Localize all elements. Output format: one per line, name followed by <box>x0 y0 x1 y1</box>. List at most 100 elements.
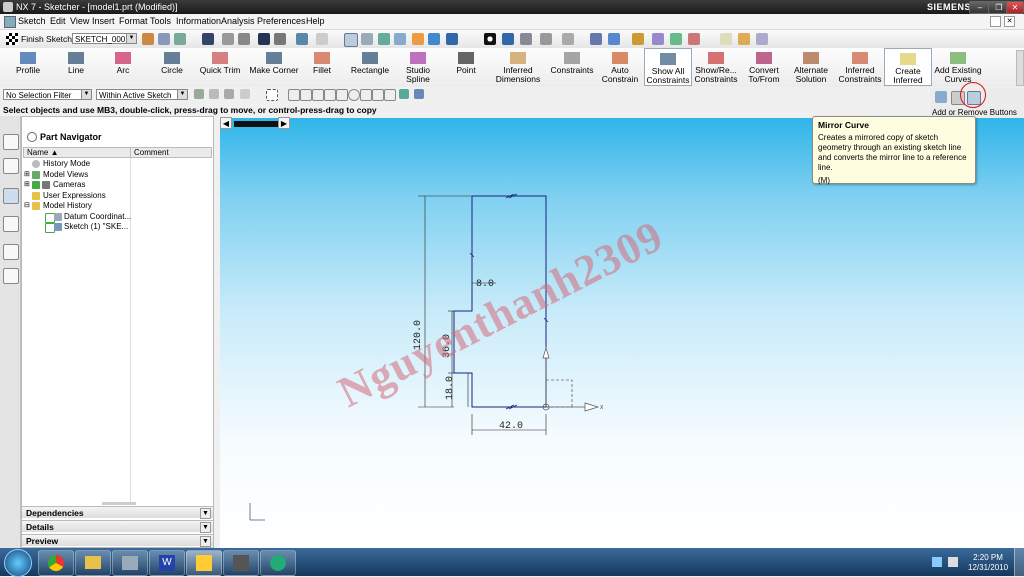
taskbar-word-icon[interactable]: W <box>149 550 185 576</box>
ribbon-show-all-constraints-button[interactable]: Show All Constraints <box>644 48 692 86</box>
select-icon[interactable] <box>296 33 308 45</box>
midpoint-snap-icon[interactable] <box>300 89 312 101</box>
ribbon-inferred-dimensions-button[interactable]: Inferred Dimensions <box>493 48 543 86</box>
pane-details[interactable]: Details ▼ <box>22 520 213 533</box>
splitter-grip[interactable] <box>102 502 136 505</box>
ribbon-profile-button[interactable]: Profile <box>4 48 52 86</box>
taskbar-media-icon[interactable] <box>223 550 259 576</box>
table-icon[interactable] <box>720 33 732 45</box>
menu-format[interactable]: Format <box>119 16 148 26</box>
perspective-icon[interactable] <box>412 33 424 45</box>
undo-icon[interactable] <box>258 33 270 45</box>
menu-information[interactable]: Information <box>176 16 221 26</box>
active-tab[interactable] <box>234 121 278 127</box>
select-all-icon[interactable] <box>209 89 219 99</box>
taskbar-nx-icon[interactable] <box>260 550 296 576</box>
layer-icon[interactable] <box>520 33 532 45</box>
snap-options-icon[interactable] <box>399 89 409 99</box>
collapse-icon[interactable]: ⊟ <box>24 201 30 212</box>
ribbon-make-corner-button[interactable]: Make Corner <box>248 48 300 86</box>
pane-preview[interactable]: Preview ▼ <box>22 534 213 547</box>
snap-icon[interactable] <box>316 33 328 45</box>
menu-insert[interactable]: Insert <box>92 16 115 26</box>
wcs-icon[interactable] <box>590 33 602 45</box>
select-filter-more-icon[interactable] <box>414 89 424 99</box>
taskbar-explorer-icon[interactable] <box>75 550 111 576</box>
fit-icon[interactable] <box>344 33 358 47</box>
restore-doc-button[interactable] <box>990 16 1001 27</box>
ribbon-fillet-button[interactable]: Fillet <box>302 48 342 86</box>
menu-preferences[interactable]: Preferences <box>257 16 306 26</box>
list-item[interactable]: Datum Coordinat... <box>24 212 214 223</box>
clock-icon[interactable] <box>3 244 19 260</box>
ribbon-auto-constrain-button[interactable]: Auto Constrain <box>601 48 639 86</box>
selection-scope-select[interactable]: Within Active Sketch Only▼ <box>96 89 188 100</box>
menu-view[interactable]: View <box>70 16 89 26</box>
list-item[interactable]: ⊟ Model History <box>24 201 214 212</box>
tray-network-icon[interactable] <box>932 557 942 567</box>
center-snap-icon[interactable] <box>348 89 360 101</box>
measure-icon[interactable] <box>632 33 644 45</box>
lasso-icon[interactable] <box>240 89 250 99</box>
history-icon[interactable] <box>3 188 19 204</box>
edit-object-icon[interactable] <box>562 33 574 45</box>
tab-scroll-left-button[interactable]: ◀ <box>220 117 232 129</box>
shaded-icon[interactable] <box>446 33 458 45</box>
control-point-snap-icon[interactable] <box>324 89 336 101</box>
update-model-icon[interactable] <box>174 33 186 45</box>
render-style-icon[interactable] <box>484 33 496 45</box>
copy-icon[interactable] <box>238 33 250 45</box>
check-icon[interactable] <box>670 33 682 45</box>
taskbar-chrome-icon[interactable] <box>38 550 74 576</box>
ribbon-studio-spline-button[interactable]: Studio Spline <box>398 48 438 86</box>
start-button[interactable] <box>4 549 32 577</box>
analysis-icon[interactable] <box>652 33 664 45</box>
expand-icon[interactable]: ⊞ <box>24 170 30 181</box>
close-doc-button[interactable]: ✕ <box>1004 16 1015 27</box>
show-desktop-button[interactable] <box>1014 548 1024 576</box>
point-on-surface-snap-icon[interactable] <box>384 89 396 101</box>
ribbon-line-button[interactable]: Line <box>52 48 100 86</box>
help-pointer-icon[interactable] <box>756 33 768 45</box>
taskbar-clock[interactable]: 2:20 PM 12/31/2010 <box>968 553 1008 573</box>
list-item[interactable]: User Expressions <box>24 191 214 202</box>
on-curve-snap-icon[interactable] <box>312 89 324 101</box>
sketch-name-select[interactable]: SKETCH_000 ▼ <box>72 33 137 44</box>
finish-sketch-button[interactable]: Finish Sketch <box>21 34 72 44</box>
ribbon-circle-button[interactable]: Circle <box>148 48 196 86</box>
roles-icon[interactable] <box>3 268 19 284</box>
snap-point-icon[interactable] <box>194 89 204 99</box>
reattach-icon[interactable] <box>158 33 170 45</box>
selection-filter-select[interactable]: No Selection Filter ▼ <box>3 89 92 100</box>
nx-app-icon[interactable] <box>3 2 13 12</box>
ribbon-scrollbar[interactable] <box>1016 50 1024 86</box>
orient-view-icon[interactable] <box>142 33 154 45</box>
pane-dependencies[interactable]: Dependencies ▼ <box>22 506 213 519</box>
list-item[interactable]: ⊞ Cameras <box>24 180 214 191</box>
menu-tools[interactable]: Tools <box>150 16 171 26</box>
ribbon-convert-to-from-button[interactable]: Convert To/From <box>740 48 788 86</box>
close-button[interactable]: ✕ <box>1006 1 1024 14</box>
offset-curve-icon[interactable] <box>935 91 947 103</box>
deselect-icon[interactable] <box>224 89 234 99</box>
ribbon-rectangle-button[interactable]: Rectangle <box>344 48 396 86</box>
rectangle-select-icon[interactable] <box>266 89 278 101</box>
tangent-snap-icon[interactable] <box>336 89 348 101</box>
ribbon-alternate-solution-button[interactable]: Alternate Solution <box>788 48 834 86</box>
expand-icon[interactable]: ⊞ <box>24 180 30 191</box>
ribbon-inferred-constraints-button[interactable]: Inferred Constraints <box>836 48 884 86</box>
list-item[interactable]: ⊞ Model Views <box>24 170 214 181</box>
intersection-snap-icon[interactable] <box>372 89 384 101</box>
taskbar-tool-icon[interactable] <box>112 550 148 576</box>
orient-icon[interactable] <box>502 33 514 45</box>
tab-scroll-right-button[interactable]: ▶ <box>278 117 290 129</box>
list-item[interactable]: History Mode <box>24 159 214 170</box>
quadrant-snap-icon[interactable] <box>360 89 372 101</box>
ribbon-quick-trim-button[interactable]: Quick Trim <box>196 48 244 86</box>
ruler-icon[interactable] <box>738 33 750 45</box>
list-item[interactable]: Sketch (1) "SKE... <box>24 222 214 233</box>
ribbon-add-existing-curves-button[interactable]: Add Existing Curves <box>932 48 984 86</box>
part-navigator-icon[interactable] <box>3 158 19 174</box>
assembly-navigator-icon[interactable] <box>3 134 19 150</box>
show-hide-icon[interactable] <box>540 33 552 45</box>
